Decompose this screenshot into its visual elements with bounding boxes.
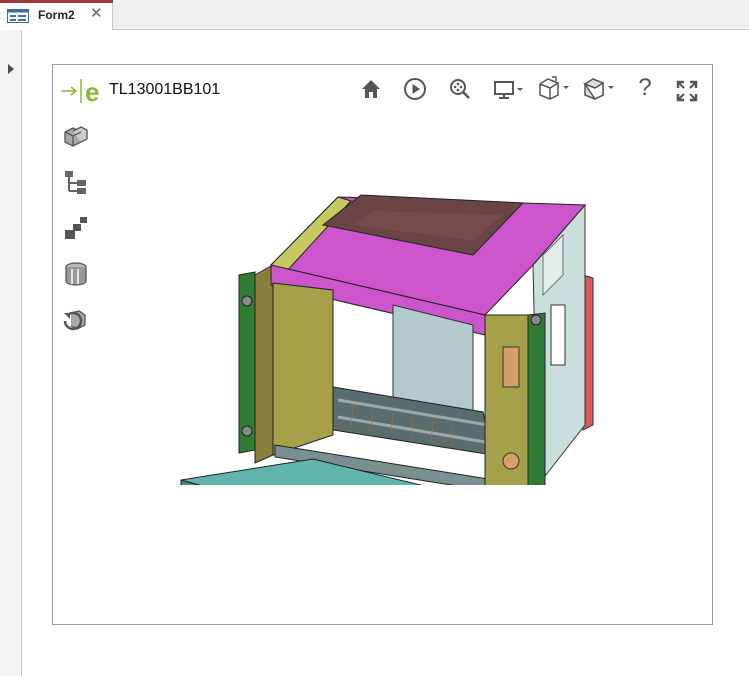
explode-icon[interactable] bbox=[63, 215, 89, 241]
help-icon[interactable]: ? bbox=[633, 76, 657, 100]
record-selector[interactable] bbox=[0, 30, 22, 676]
svg-text:e: e bbox=[85, 77, 99, 105]
tab-label: Form2 bbox=[38, 8, 75, 22]
document-tab-bar: Form2 ✕ bbox=[0, 0, 749, 30]
section-icon[interactable] bbox=[63, 261, 89, 287]
tab-active-indicator bbox=[0, 0, 113, 3]
brand-logo: e bbox=[59, 77, 109, 110]
view-cube-icon[interactable] bbox=[536, 75, 572, 101]
form-icon bbox=[7, 9, 29, 28]
reset-icon[interactable] bbox=[63, 307, 89, 333]
3d-viewer[interactable]: e TL13001BB101 ? bbox=[52, 64, 713, 625]
model-title: TL13001BB101 bbox=[109, 81, 221, 98]
current-record-arrow-icon bbox=[8, 64, 14, 74]
fullscreen-icon[interactable] bbox=[675, 79, 699, 103]
display-icon[interactable] bbox=[493, 77, 527, 101]
projection-cube-icon[interactable] bbox=[581, 75, 617, 101]
close-icon[interactable]: ✕ bbox=[90, 5, 103, 23]
tab-form2[interactable]: Form2 ✕ bbox=[0, 0, 113, 30]
assembly-icon[interactable] bbox=[63, 123, 89, 149]
home-icon[interactable] bbox=[359, 77, 383, 101]
zoom-icon[interactable] bbox=[448, 77, 472, 101]
tree-icon[interactable] bbox=[63, 169, 89, 195]
3d-model-rack[interactable] bbox=[173, 125, 603, 542]
play-icon[interactable] bbox=[403, 77, 427, 101]
